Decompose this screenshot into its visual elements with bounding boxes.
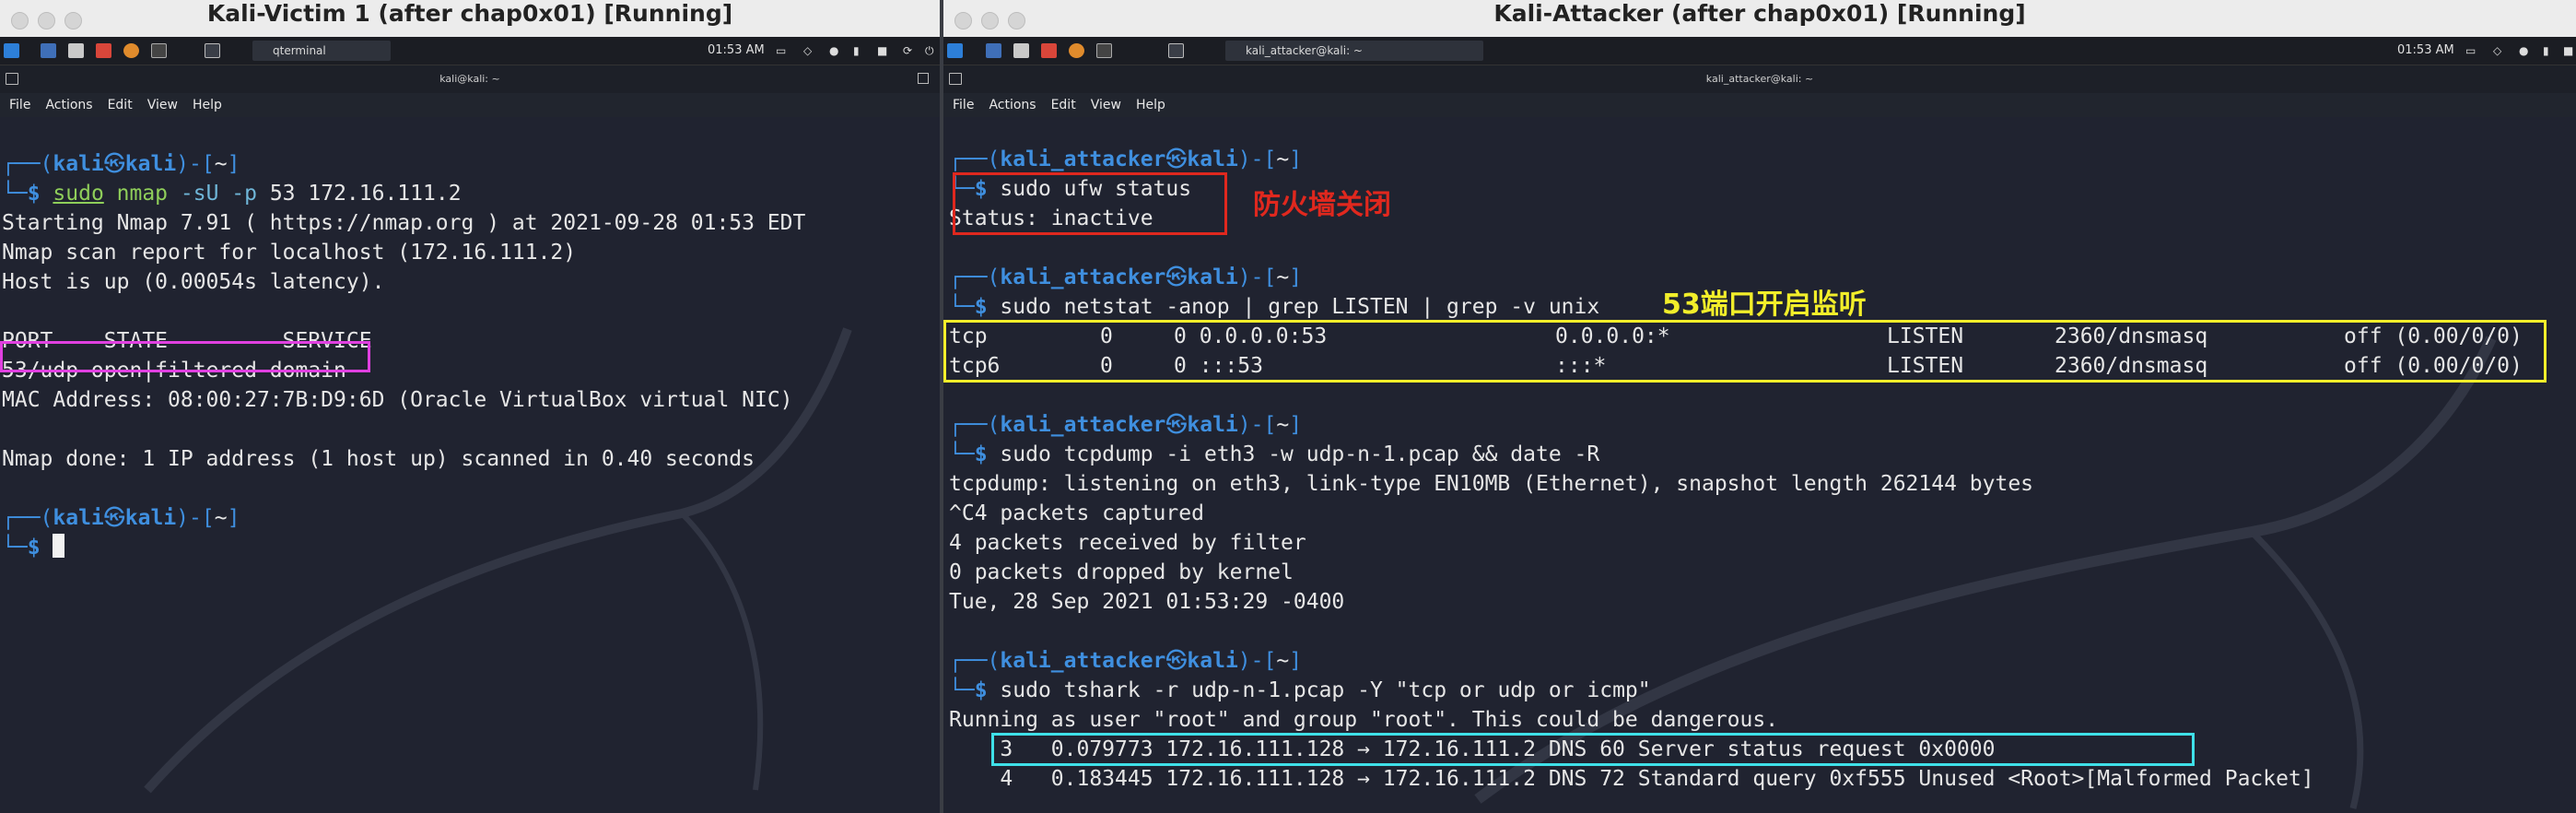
file-manager-icon[interactable] (68, 43, 84, 58)
monitor-icon: ▭ (2465, 44, 2476, 57)
taskbar-item-terminal[interactable]: kali_attacker@kali: ~ (1225, 41, 1483, 61)
port-listening-annotation: 53端口开启监听 (1662, 289, 1867, 321)
packet-row: 4 0.183445 172.16.111.128 → 172.16.111.2… (949, 767, 2314, 791)
victim-window-titlebar: Kali-Victim 1 (after chap0x01) [Running] (0, 0, 940, 38)
show-desktop-icon[interactable] (986, 43, 1001, 58)
firewall-highlight-box (953, 172, 1227, 235)
attacker-window-title: Kali-Attacker (after chap0x01) [Running] (1493, 0, 2026, 27)
monitor-icon: ▭ (776, 44, 787, 57)
output-line: Starting Nmap 7.91 ( https://nmap.org ) … (2, 211, 806, 235)
network-icon[interactable]: ◇ (2493, 45, 2504, 56)
attacker-window-titlebar: Kali-Attacker (after chap0x01) [Running] (943, 0, 2576, 38)
workspace-icon[interactable] (205, 43, 220, 58)
terminal-icon (6, 73, 18, 85)
firewall-off-annotation: 防火墙关闭 (1253, 189, 1391, 221)
power-off-icon[interactable]: ⏻ (925, 45, 936, 56)
text-editor-icon[interactable] (1041, 43, 1057, 58)
network-icon[interactable]: ◇ (803, 45, 814, 56)
terminal-titlebar: kali@kali: ~ (0, 65, 940, 93)
command-line-nmap: └─$ sudo nmap -sU -p 53 172.16.111.2 (2, 182, 462, 206)
browser-icon[interactable] (1069, 43, 1084, 58)
attacker-vm-window: Kali-Attacker (after chap0x01) [Running]… (943, 0, 2576, 813)
terminal-menubar: File Actions Edit View Help (943, 93, 2576, 117)
menu-file[interactable]: File (953, 93, 974, 117)
prompt-line-4: ┌──(kali_attacker㉿kali)-[~] (949, 649, 1303, 673)
panel-clock: 01:53 AM (708, 43, 765, 57)
output-line: Nmap scan report for localhost (172.16.1… (2, 241, 577, 265)
attacker-terminal-output[interactable]: ┌──(kali_attacker㉿kali)-[~] └─$ sudo ufw… (943, 117, 2576, 813)
text-cursor (53, 534, 65, 558)
terminal-title: kali_attacker@kali: ~ (1705, 73, 1814, 85)
tcpdump-output-line: 0 packets dropped by kernel (949, 560, 1294, 584)
prompt-line-3: ┌──(kali_attacker㉿kali)-[~] (949, 413, 1303, 437)
prompt-line-1: ┌──(kali㉿kali)-[~] (2, 152, 240, 176)
workspace-icon[interactable] (1168, 43, 1184, 58)
terminal-title: kali@kali: ~ (439, 73, 500, 85)
open-port-highlight-box (0, 341, 370, 372)
prompt-line-2: ┌──(kali㉿kali)-[~] (2, 506, 240, 530)
command-line-tcpdump: └─$ sudo tcpdump -i eth3 -w udp-n-1.pcap… (949, 442, 1600, 466)
prompt-line-1: ┌──(kali_attacker㉿kali)-[~] (949, 147, 1303, 171)
maximize-terminal-icon[interactable] (918, 73, 929, 84)
kali-menu-icon[interactable] (947, 43, 963, 58)
menu-edit[interactable]: Edit (1051, 93, 1076, 117)
terminal-titlebar: kali_attacker@kali: ~ (943, 65, 2576, 93)
menu-help[interactable]: Help (1136, 93, 1165, 117)
notification-bell-icon[interactable]: ● (2519, 45, 2530, 56)
menu-file[interactable]: File (9, 93, 30, 117)
menu-edit[interactable]: Edit (108, 93, 133, 117)
file-manager-icon[interactable] (1013, 43, 1029, 58)
browser-icon[interactable] (123, 43, 139, 58)
date-output-line: Tue, 28 Sep 2021 01:53:29 -0400 (949, 590, 1345, 614)
logout-icon[interactable]: ⟳ (903, 45, 914, 56)
terminal-launcher-icon[interactable] (151, 43, 167, 58)
menu-view[interactable]: View (1091, 93, 1121, 117)
command-line-idle: └─$ (2, 533, 65, 562)
menu-view[interactable]: View (147, 93, 178, 117)
tshark-warning-line: Running as user "root" and group "root".… (949, 708, 1779, 732)
dns-packet-highlight-box (991, 733, 2195, 766)
tcpdump-output-line: ^C4 packets captured (949, 501, 1204, 525)
tcpdump-output-line: tcpdump: listening on eth3, link-type EN… (949, 472, 2034, 496)
lock-icon[interactable]: ■ (2563, 45, 2574, 56)
prompt-line-2: ┌──(kali_attacker㉿kali)-[~] (949, 265, 1303, 289)
power-icon[interactable]: ▮ (2543, 45, 2554, 56)
kali-menu-icon[interactable] (4, 43, 19, 58)
text-editor-icon[interactable] (96, 43, 111, 58)
output-line: Host is up (0.00054s latency). (2, 270, 385, 294)
terminal-launcher-icon[interactable] (1096, 43, 1112, 58)
menu-actions[interactable]: Actions (45, 93, 92, 117)
victim-vm-window: Kali-Victim 1 (after chap0x01) [Running]… (0, 0, 940, 813)
notification-bell-icon[interactable]: ● (829, 45, 840, 56)
taskbar-item-qterminal[interactable]: qterminal (252, 41, 391, 61)
command-line-tshark: └─$ sudo tshark -r udp-n-1.pcap -Y "tcp … (949, 678, 1651, 702)
panel-clock: 01:53 AM (2397, 43, 2454, 57)
netstat-highlight-box (943, 320, 2547, 383)
victim-window-title: Kali-Victim 1 (after chap0x01) [Running] (206, 0, 733, 27)
nmap-done-line: Nmap done: 1 IP address (1 host up) scan… (2, 447, 755, 471)
terminal-menubar: File Actions Edit View Help (0, 93, 940, 117)
tcpdump-output-line: 4 packets received by filter (949, 531, 1306, 555)
victim-terminal-output[interactable]: ┌──(kali㉿kali)-[~] └─$ sudo nmap -sU -p … (0, 117, 940, 813)
menu-actions[interactable]: Actions (989, 93, 1036, 117)
menu-help[interactable]: Help (193, 93, 222, 117)
mac-address-line: MAC Address: 08:00:27:7B:D9:6D (Oracle V… (2, 388, 793, 412)
lock-icon[interactable]: ■ (877, 45, 888, 56)
show-desktop-icon[interactable] (41, 43, 56, 58)
command-line-netstat: └─$ sudo netstat -anop | grep LISTEN | g… (949, 295, 1600, 319)
terminal-icon (949, 73, 962, 85)
kali-top-panel: qterminal 01:53 AM ▭ ◇ ● ▮ ■ ⟳ ⏻ (0, 37, 940, 65)
kali-top-panel: kali_attacker@kali: ~ 01:53 AM ▭ ◇ ● ▮ ■ (943, 37, 2576, 65)
power-icon[interactable]: ▮ (853, 45, 864, 56)
